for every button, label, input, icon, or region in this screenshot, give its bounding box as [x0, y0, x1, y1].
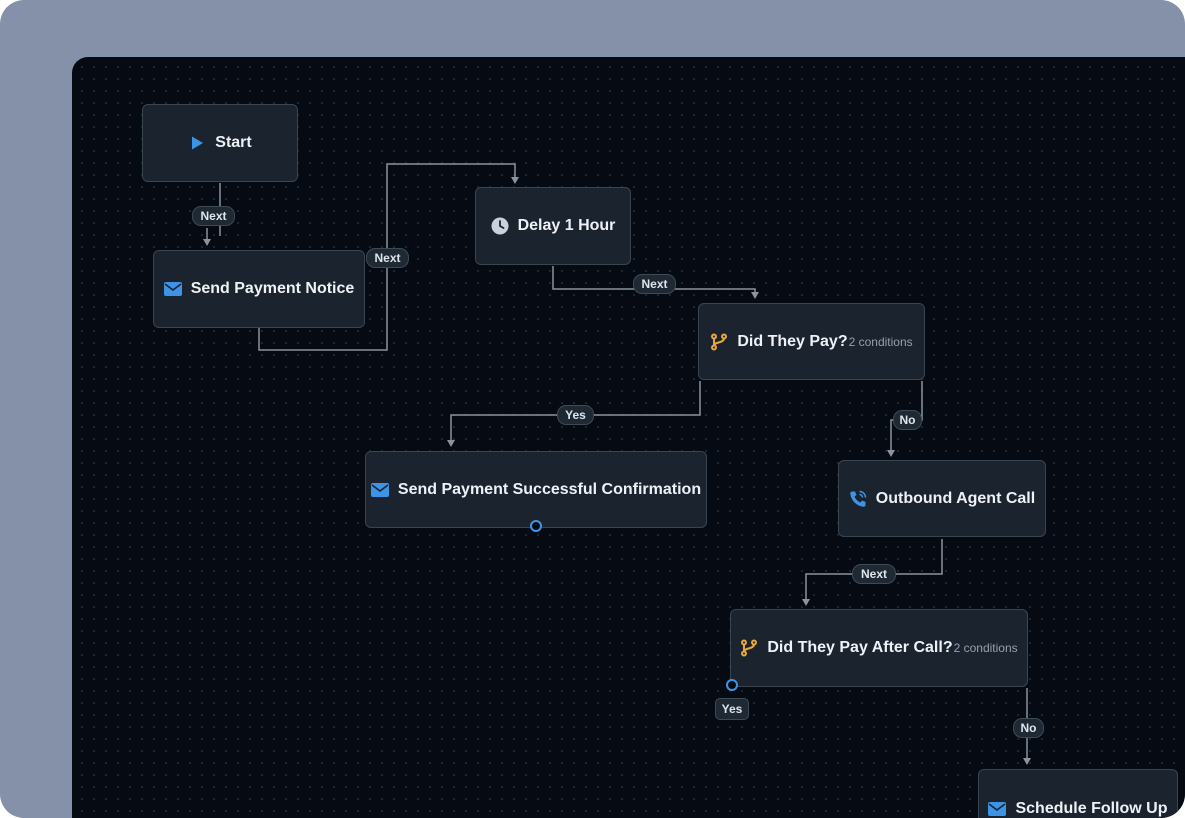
edge-label-next[interactable]: Next — [852, 564, 896, 584]
play-icon — [188, 134, 206, 152]
node-label: Schedule Follow Up — [1015, 800, 1168, 817]
edge-label-next[interactable]: Next — [192, 206, 235, 226]
node-did-they-pay[interactable]: Did They Pay? 2 conditions — [698, 303, 925, 380]
outer-frame: Start Send Payment Notice Delay 1 Hour D… — [0, 0, 1185, 818]
node-sublabel: 2 conditions — [848, 334, 913, 349]
edge-label-no[interactable]: No — [1013, 718, 1044, 738]
edge-label-no[interactable]: No — [893, 410, 922, 430]
envelope-icon — [370, 481, 389, 499]
envelope-icon — [163, 280, 182, 298]
arrowhead — [802, 599, 810, 606]
node-send-confirmation[interactable]: Send Payment Successful Confirmation — [365, 451, 707, 528]
arrowhead — [203, 239, 211, 246]
branch-icon — [740, 639, 758, 657]
node-delay[interactable]: Delay 1 Hour — [475, 187, 631, 265]
arrowhead — [447, 440, 455, 447]
branch-icon — [710, 333, 728, 351]
envelope-icon — [988, 800, 1007, 818]
phone-call-icon — [849, 490, 867, 508]
edge-label-next[interactable]: Next — [366, 248, 409, 268]
node-label: Outbound Agent Call — [875, 489, 1036, 507]
node-label: Send Payment Successful Confirmation — [397, 480, 702, 498]
node-label: Send Payment Notice — [190, 280, 355, 297]
node-label: Start — [215, 134, 252, 151]
arrowhead — [1023, 758, 1031, 765]
node-label: Did They Pay After Call? — [767, 639, 953, 656]
arrowhead — [751, 292, 759, 299]
output-port[interactable] — [530, 520, 542, 532]
edge-label-next[interactable]: Next — [633, 274, 676, 294]
node-label: Did They Pay? — [737, 332, 848, 350]
node-send-payment-notice[interactable]: Send Payment Notice — [153, 250, 365, 328]
node-label: Delay 1 Hour — [517, 217, 616, 234]
node-outbound-call[interactable]: Outbound Agent Call — [838, 460, 1046, 537]
node-did-they-pay-after-call[interactable]: Did They Pay After Call? 2 conditions — [730, 609, 1028, 687]
node-schedule-follow-up[interactable]: Schedule Follow Up — [978, 769, 1178, 818]
clock-icon — [491, 217, 509, 235]
edge-label-yes[interactable]: Yes — [715, 698, 749, 720]
arrowhead — [511, 177, 519, 184]
output-port[interactable] — [726, 679, 738, 691]
node-start[interactable]: Start — [142, 104, 298, 182]
node-sublabel: 2 conditions — [953, 641, 1018, 655]
edge-label-yes[interactable]: Yes — [557, 405, 594, 425]
arrowhead — [887, 450, 895, 457]
